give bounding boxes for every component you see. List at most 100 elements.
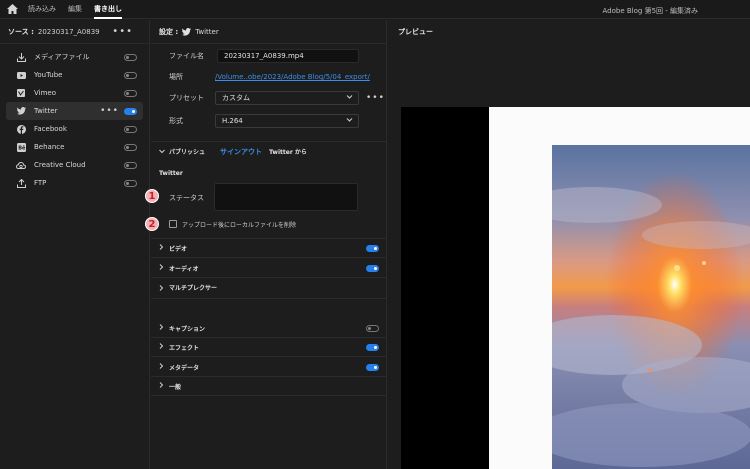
- section-title: メタデータ: [169, 364, 200, 372]
- svg-text:Bē: Bē: [18, 145, 26, 151]
- settings-target: Twitter: [195, 27, 219, 36]
- destination-toggle[interactable]: [124, 107, 137, 115]
- destination-vimeo[interactable]: Vimeo: [6, 84, 143, 102]
- destination-label: Behance: [34, 143, 65, 151]
- chevron-down-icon: [159, 148, 165, 156]
- section-audio[interactable]: オーディオ: [151, 259, 387, 278]
- destination-toggle[interactable]: [124, 71, 137, 79]
- destination-youtube[interactable]: YouTube: [6, 66, 143, 84]
- source-label: ソース :: [8, 27, 34, 36]
- youtube-icon: [16, 70, 26, 80]
- section-toggle[interactable]: [366, 264, 379, 272]
- section-metadata[interactable]: メタデータ: [151, 358, 387, 377]
- publish-section-header[interactable]: パブリッシュ サインアウト Twitter から: [151, 142, 387, 161]
- preset-more-icon[interactable]: •••: [366, 93, 385, 103]
- destination-toggle[interactable]: [124, 143, 137, 151]
- vimeo-icon: [16, 88, 26, 98]
- section-title: ビデオ: [169, 245, 188, 253]
- destination-list: メディアファイル YouTube Vimeo Twitter ••• Faceb…: [0, 44, 149, 192]
- twitter-icon: [16, 106, 26, 116]
- publish-from: Twitter から: [269, 149, 307, 156]
- status-row: 1 ステータス: [145, 183, 387, 211]
- preview-panel: プレビュー: [388, 20, 750, 469]
- chevron-right-icon: [159, 244, 164, 252]
- chevron-down-icon: [346, 94, 353, 102]
- destination-label: Twitter: [34, 107, 58, 115]
- section-effects[interactable]: エフェクト: [151, 338, 387, 357]
- section-title: キャプション: [169, 325, 206, 333]
- upload-icon: [16, 178, 26, 188]
- file-name-label: ファイル名: [169, 52, 204, 60]
- preset-row: プリセット カスタム •••: [151, 91, 387, 105]
- destination-label: Creative Cloud: [34, 161, 86, 169]
- tab-export[interactable]: 書き出し: [94, 4, 122, 19]
- tab-edit[interactable]: 編集: [68, 4, 82, 14]
- section-general[interactable]: 一般: [151, 377, 387, 396]
- destination-ftp[interactable]: FTP: [6, 174, 143, 192]
- delete-local-checkbox[interactable]: [169, 220, 177, 228]
- chevron-right-icon: [159, 363, 164, 371]
- status-textarea[interactable]: [214, 183, 358, 211]
- section-title: 一般: [169, 383, 182, 391]
- destinations-panel: ソース : 20230317_A0839 ••• メディアファイル YouTub…: [0, 20, 150, 469]
- location-link[interactable]: /Volume..obe/2023/Adobe Blog/5/04_export…: [215, 73, 370, 81]
- location-label: 場所: [169, 73, 183, 81]
- facebook-icon: [16, 124, 26, 134]
- preview-image: [552, 145, 750, 469]
- destination-more-icon[interactable]: •••: [100, 106, 119, 116]
- source-value: 20230317_A0839: [37, 27, 100, 36]
- section-multiplexer[interactable]: マルチプレクサー: [151, 279, 387, 299]
- delete-local-label: アップロード後にローカルファイルを削除: [182, 222, 297, 229]
- chevron-right-icon: [159, 264, 164, 272]
- destination-toggle[interactable]: [124, 161, 137, 169]
- destination-toggle[interactable]: [124, 53, 137, 61]
- section-captions[interactable]: キャプション: [151, 319, 387, 338]
- twitter-icon: [182, 27, 192, 36]
- destination-facebook[interactable]: Facebook: [6, 120, 143, 138]
- format-row: 形式 H.264: [151, 114, 387, 128]
- chevron-right-icon: [159, 343, 164, 351]
- section-toggle[interactable]: [366, 363, 379, 371]
- section-video[interactable]: ビデオ: [151, 239, 387, 258]
- sign-out-link[interactable]: サインアウト: [220, 147, 262, 157]
- publish-title: パブリッシュ: [169, 149, 206, 156]
- chevron-right-icon: [159, 324, 164, 332]
- format-label: 形式: [169, 117, 183, 125]
- file-name-row: ファイル名 20230317_A0839.mp4: [151, 49, 387, 63]
- publish-service-title: Twitter: [159, 170, 183, 177]
- destination-media-file[interactable]: メディアファイル: [6, 48, 143, 66]
- source-header: ソース : 20230317_A0839 •••: [0, 20, 149, 44]
- preview-video[interactable]: [401, 107, 750, 469]
- top-bar: 読み込み 編集 書き出し Adobe Blog 第5回 - 編集済み: [0, 0, 750, 19]
- source-more-icon[interactable]: •••: [112, 26, 133, 37]
- tab-import[interactable]: 読み込み: [28, 4, 56, 14]
- download-icon: [16, 52, 26, 62]
- destination-toggle[interactable]: [124, 89, 137, 97]
- preset-select[interactable]: カスタム: [215, 91, 359, 105]
- destination-creative-cloud[interactable]: Creative Cloud: [6, 156, 143, 174]
- destination-toggle[interactable]: [124, 179, 137, 187]
- section-toggle[interactable]: [366, 324, 379, 332]
- delete-local-row: 2 アップロード後にローカルファイルを削除: [145, 217, 387, 231]
- settings-header: 設定 : Twitter: [151, 20, 386, 44]
- destination-label: Facebook: [34, 125, 67, 133]
- preset-value: カスタム: [222, 94, 250, 102]
- format-value: H.264: [222, 117, 243, 125]
- destination-behance[interactable]: Bē Behance: [6, 138, 143, 156]
- chevron-right-icon: [159, 382, 164, 390]
- destination-label: メディアファイル: [34, 53, 90, 61]
- section-title: エフェクト: [169, 344, 200, 352]
- section-toggle[interactable]: [366, 343, 379, 351]
- destination-label: FTP: [34, 179, 47, 187]
- status-label: ステータス: [169, 194, 204, 202]
- section-toggle[interactable]: [366, 244, 379, 252]
- format-select[interactable]: H.264: [215, 114, 359, 128]
- callout-badge-2: 2: [145, 217, 159, 231]
- file-name-input[interactable]: 20230317_A0839.mp4: [217, 49, 359, 63]
- destination-twitter[interactable]: Twitter •••: [6, 102, 143, 120]
- chevron-right-icon: [159, 284, 164, 293]
- section-title: オーディオ: [169, 265, 199, 273]
- home-icon[interactable]: [6, 3, 18, 15]
- destination-toggle[interactable]: [124, 125, 137, 133]
- destination-label: YouTube: [34, 71, 63, 79]
